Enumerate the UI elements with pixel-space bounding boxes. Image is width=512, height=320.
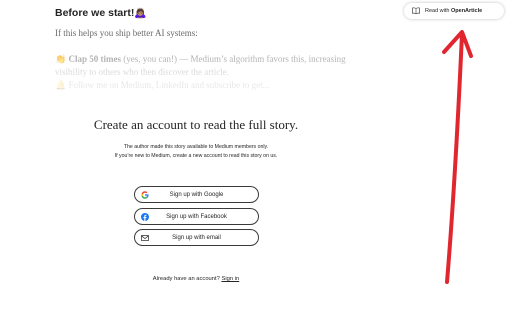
clap-rest-text: (yes, you can!) — Medium’s algorithm fav… xyxy=(120,54,346,64)
clap-line-2: visibility to others who then discover t… xyxy=(55,67,229,77)
sign-in-link[interactable]: Sign in xyxy=(221,276,239,282)
read-with-openarticle-button[interactable]: Read with OpenArticle xyxy=(404,3,504,19)
paywall-title: Create an account to read the full story… xyxy=(93,117,299,132)
sign-up-facebook-label: Sign up with Facebook xyxy=(166,214,227,220)
article-clap-paragraph: 👏 Clap 50 times (yes, you can!) — Medium… xyxy=(55,53,346,79)
sign-up-google-button[interactable]: Sign up with Google xyxy=(134,186,259,203)
book-icon xyxy=(412,7,420,14)
article-intro-line: If this helps you ship better AI systems… xyxy=(55,28,198,38)
sign-up-email-button[interactable]: Sign up with email xyxy=(134,229,259,246)
sign-up-facebook-button[interactable]: Sign up with Facebook xyxy=(134,208,259,225)
heading-text: Before we start! xyxy=(55,7,135,19)
sign-in-prompt-text: Already have an account? xyxy=(152,276,220,282)
heading-emoji: 🙇🏽‍♀️ xyxy=(134,8,147,19)
sign-in-prompt: Already have an account? Sign in xyxy=(0,276,392,282)
paywall-subtitle-line-2: If you’re new to Medium, create a new ac… xyxy=(114,153,278,159)
openarticle-label: Read with OpenArticle xyxy=(425,8,482,14)
clap-emoji: 👏 xyxy=(55,54,67,64)
openarticle-prefix: Read with xyxy=(425,8,451,14)
paywall-subtitle-line-1: The author made this story available to … xyxy=(123,144,269,150)
article-heading: Before we start!🙇🏽‍♀️ xyxy=(55,7,147,19)
arrow-annotation xyxy=(442,30,473,284)
sign-up-google-label: Sign up with Google xyxy=(169,192,224,198)
clap-bold-text: Clap 50 times xyxy=(68,54,121,64)
article-follow-line: 🔔 Follow me on Medium, LinkedIn and subs… xyxy=(55,80,270,90)
openarticle-name: OpenArticle xyxy=(451,8,483,14)
sign-up-email-label: Sign up with email xyxy=(172,235,221,241)
paywall-subtitle: The author made this story available to … xyxy=(0,143,392,161)
